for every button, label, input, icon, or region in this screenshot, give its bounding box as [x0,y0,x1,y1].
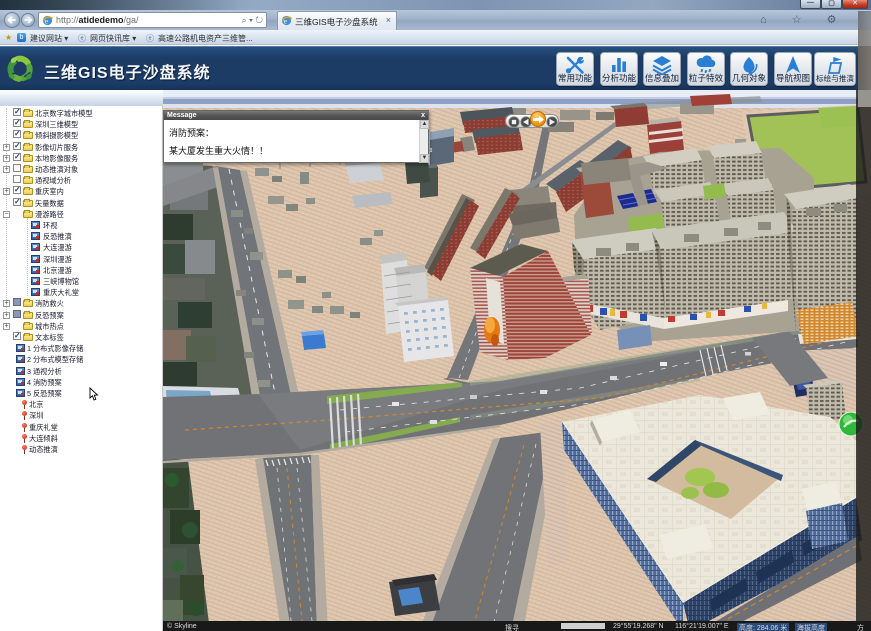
svg-text:e: e [45,16,48,25]
svg-text:e: e [284,16,287,25]
